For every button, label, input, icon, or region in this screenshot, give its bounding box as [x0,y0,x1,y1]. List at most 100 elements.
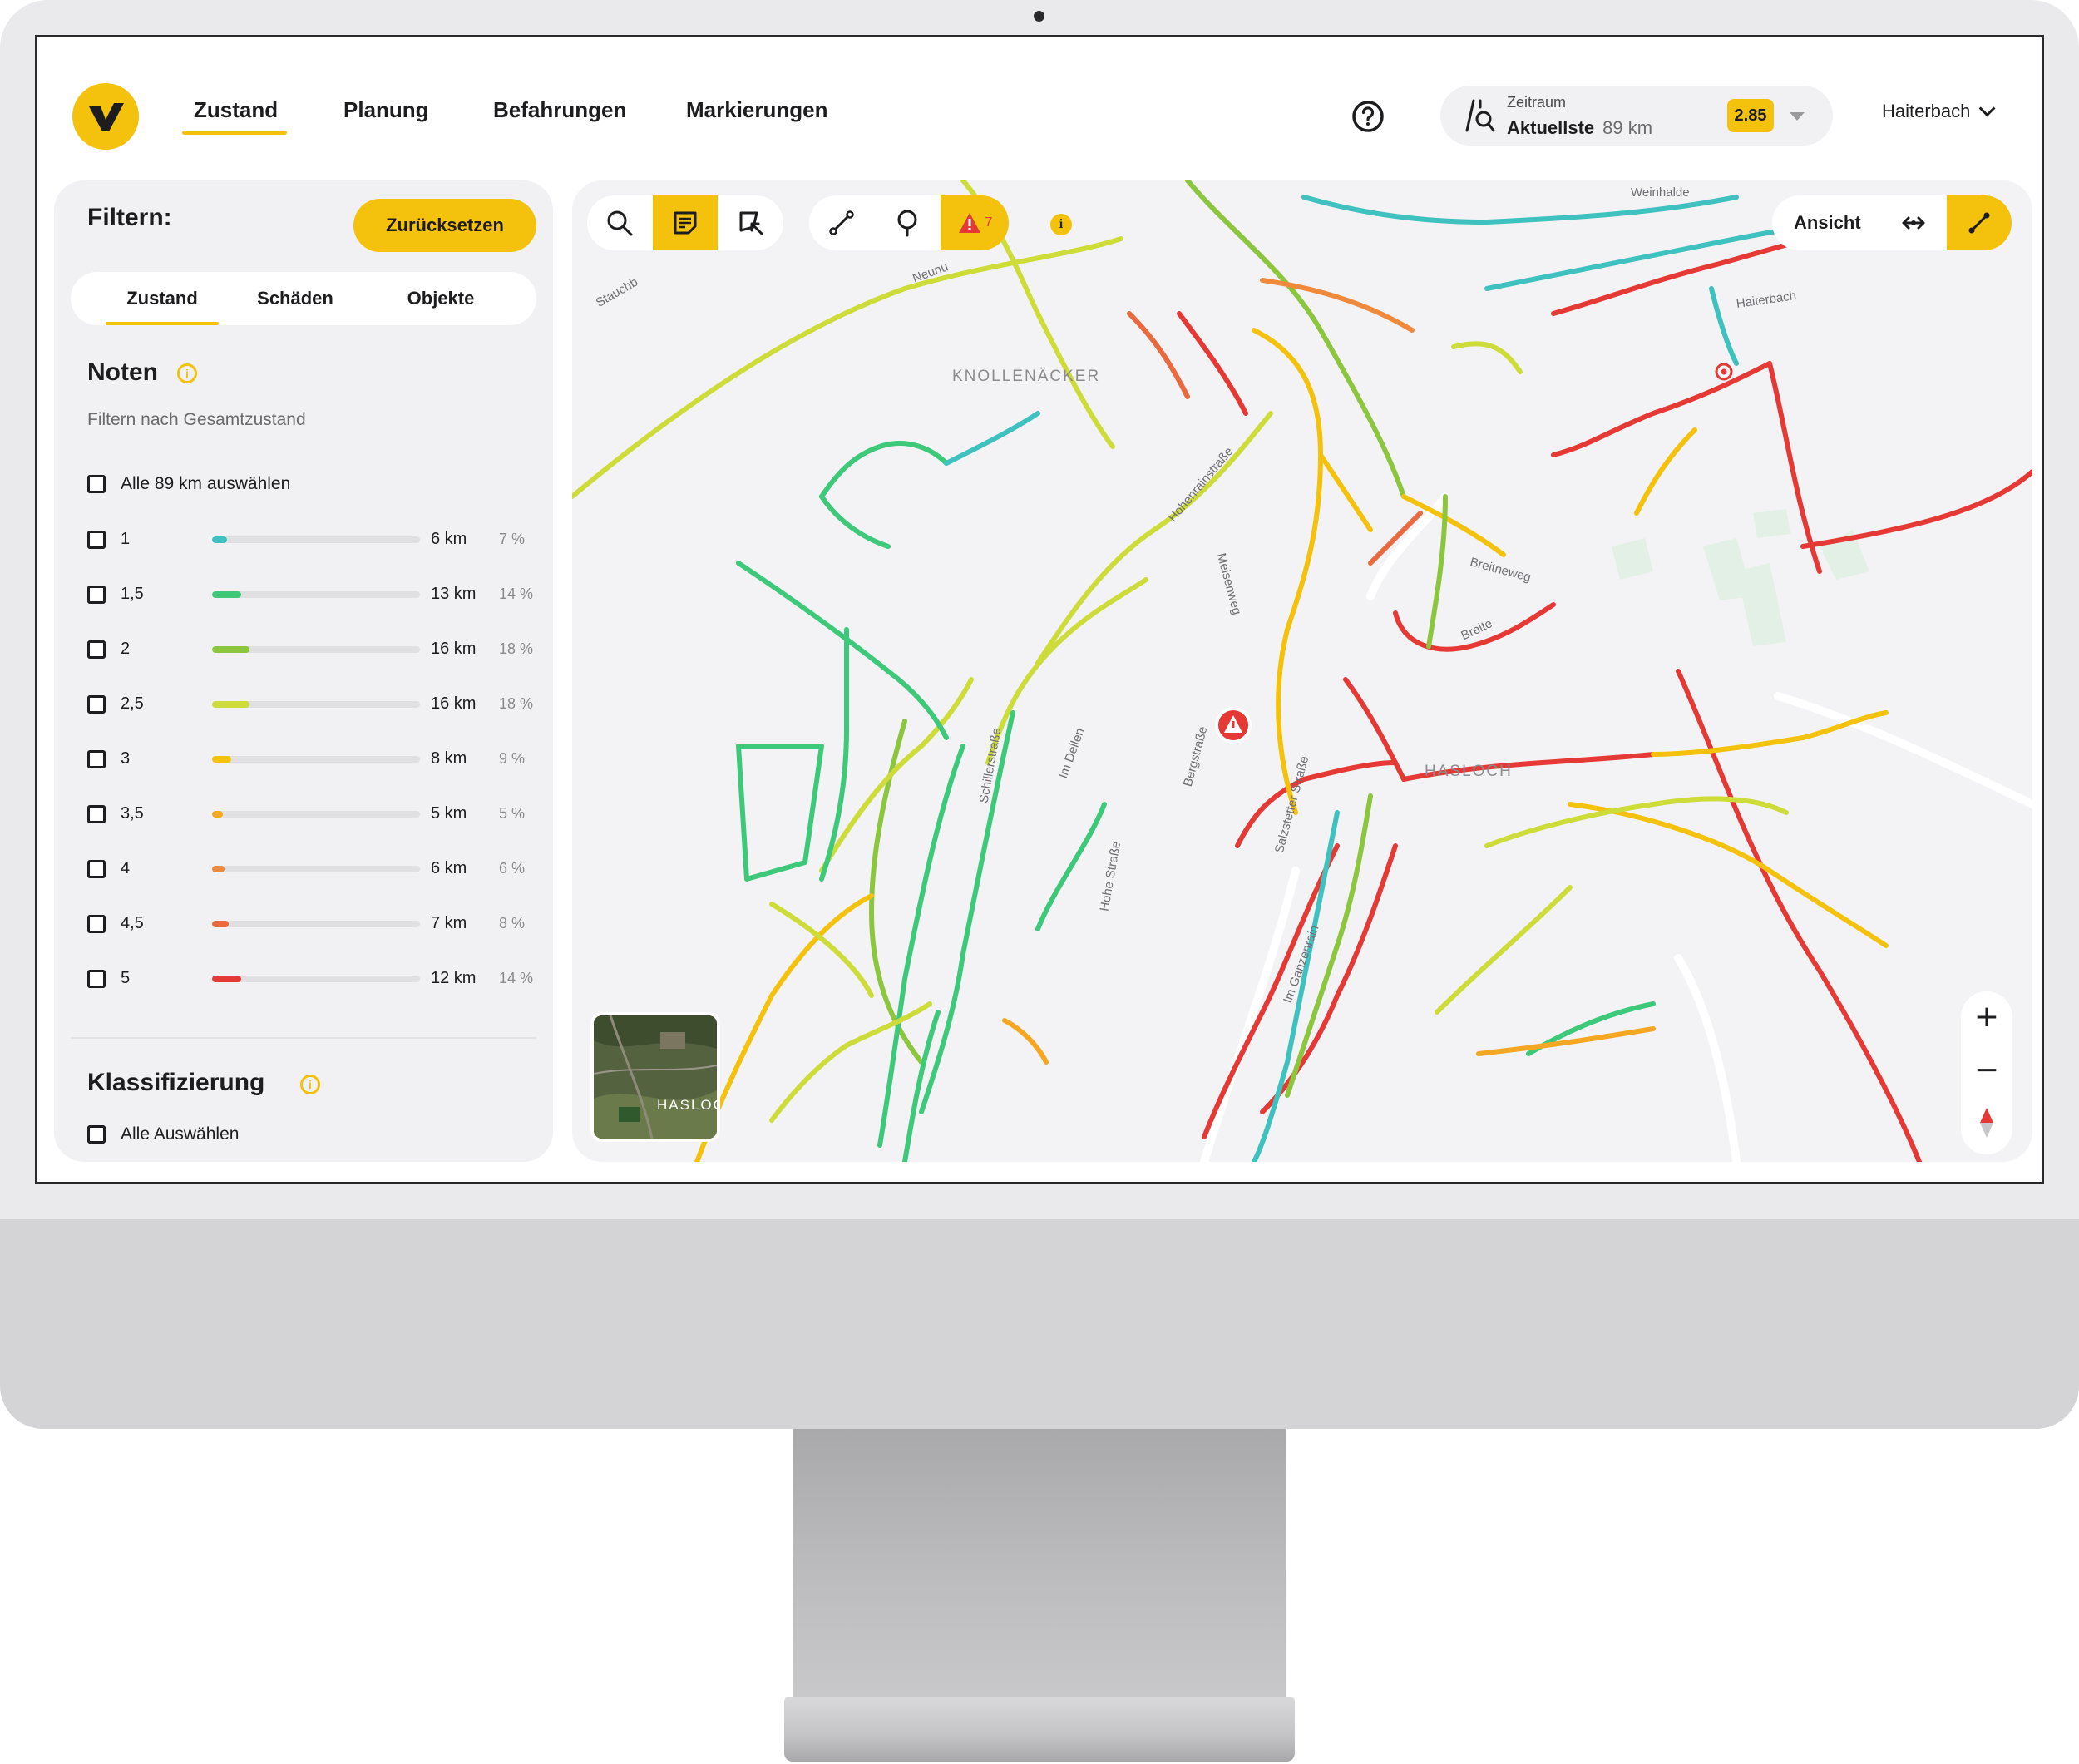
period-km: 89 km [1602,117,1653,138]
grade-bar-fill [212,646,249,653]
app-screen: Zustand Planung Befahrungen Markierungen… [35,35,2044,1184]
nav-active-underline [182,131,287,135]
satellite-toggle[interactable]: HASLOCH [590,1012,720,1142]
grade-checkbox[interactable] [87,586,106,604]
grade-checkbox[interactable] [87,860,106,878]
help-button[interactable] [1351,100,1385,133]
grade-bar-fill [212,591,241,598]
period-value-text: Aktuellste [1507,117,1595,138]
marker-button[interactable] [875,195,940,250]
grade-percent: 6 % [499,860,526,877]
grade-label: 2 [121,640,131,658]
classification-select-all-checkbox[interactable] [87,1125,106,1144]
grade-bar [212,646,420,653]
warning-triangle-icon [958,213,980,233]
grade-percent: 7 % [499,531,526,547]
select-all-checkbox[interactable] [87,475,106,493]
grade-checkbox[interactable] [87,915,106,933]
logo-icon[interactable] [72,83,139,150]
map-view[interactable]: KNOLLENÄCKER HASLOCH Weinhalde Haiterbac… [572,180,2032,1162]
grade-bar-fill [212,701,249,708]
grades-subtitle: Filtern nach Gesamtzustand [87,410,306,429]
grade-bar [212,921,420,927]
grade-km: 13 km [431,585,477,603]
compare-icon [1902,216,1925,230]
reset-button[interactable]: Zurücksetzen [353,199,536,252]
grade-checkbox[interactable] [87,970,106,988]
nav-tab-markierungen[interactable]: Markierungen [686,97,828,123]
road-search-icon [1465,99,1495,132]
nav-tab-befahrungen[interactable]: Befahrungen [493,97,626,123]
municipality-selector[interactable]: Haiterbach [1882,100,1996,122]
v-logo-icon [89,103,124,131]
grade-percent: 5 % [499,805,526,822]
road-network [572,180,2032,1162]
info-icon[interactable]: i [300,1075,320,1094]
measure-line-icon [829,210,854,235]
grade-km: 7 km [431,914,467,932]
tab-schaeden[interactable]: Schäden [220,272,370,325]
grade-label: 3,5 [121,804,144,823]
question-circle-icon [1352,101,1384,132]
grade-label: 3 [121,749,131,768]
grade-km: 8 km [431,749,467,768]
period-selector[interactable]: Zeitraum Aktuellste 89 km 2.85 [1440,86,1833,146]
classification-select-all-label: Alle Auswählen [121,1124,240,1144]
grade-percent: 14 % [499,586,534,602]
monitor-stand [793,1429,1286,1708]
grade-percent: 8 % [499,915,526,931]
grade-checkbox[interactable] [87,750,106,768]
compare-button[interactable] [1897,206,1930,240]
satellite-thumbnail [594,1015,717,1139]
grade-bar [212,701,420,708]
grade-bar-fill [212,976,241,982]
grade-checkbox[interactable] [87,531,106,549]
grade-bar-fill [212,811,223,818]
chevron-down-icon[interactable] [1790,112,1805,121]
grade-km: 16 km [431,640,477,658]
view-button[interactable]: Ansicht [1794,195,1861,250]
grade-bar [212,536,420,543]
place-label: KNOLLENÄCKER [952,368,1101,385]
grade-km: 6 km [431,859,467,877]
municipality-label: Haiterbach [1882,101,1971,121]
map-markers [1215,363,1733,744]
warnings-button[interactable]: 7 [941,195,1009,250]
zoom-out-button[interactable]: − [1961,1045,2012,1096]
chevron-down-icon [1979,100,1996,117]
search-button[interactable] [587,195,652,250]
divider [71,1037,536,1039]
grades-title: Noten [87,358,158,386]
grade-percent: 14 % [499,970,534,986]
nav-tab-planung[interactable]: Planung [343,97,429,123]
grade-checkbox[interactable] [87,695,106,714]
monitor-chin [0,1219,2079,1429]
grade-checkbox[interactable] [87,805,106,823]
filter-panel: Filtern: Zurücksetzen Zustand Schäden Ob… [54,180,553,1162]
grade-km: 16 km [431,694,477,713]
classification-title: Klassifizierung [87,1069,265,1096]
satellite-label: HASLOCH [657,1097,717,1113]
filter-title: Filtern: [87,204,172,231]
nav-tab-zustand[interactable]: Zustand [194,97,278,123]
grade-checkbox[interactable] [87,640,106,659]
search-icon [607,210,633,236]
grade-bar [212,591,420,598]
measure-button[interactable] [809,195,874,250]
score-badge: 2.85 [1727,99,1774,132]
grade-label: 5 [121,969,131,987]
grade-km: 5 km [431,804,467,823]
compass-button[interactable] [1977,1106,1997,1139]
tab-active-underline [106,322,219,325]
grade-label: 1,5 [121,585,144,603]
pin-icon [897,210,917,237]
info-icon[interactable]: i [177,363,197,383]
grade-percent: 9 % [499,750,526,767]
info-icon[interactable]: i [1050,214,1072,235]
notes-button[interactable] [653,195,718,250]
grade-bar [212,976,420,982]
route-button[interactable] [1947,195,2012,250]
zoom-in-button[interactable]: + [1961,991,2012,1043]
tab-objekte[interactable]: Objekte [366,272,516,325]
select-area-button[interactable] [719,195,783,250]
